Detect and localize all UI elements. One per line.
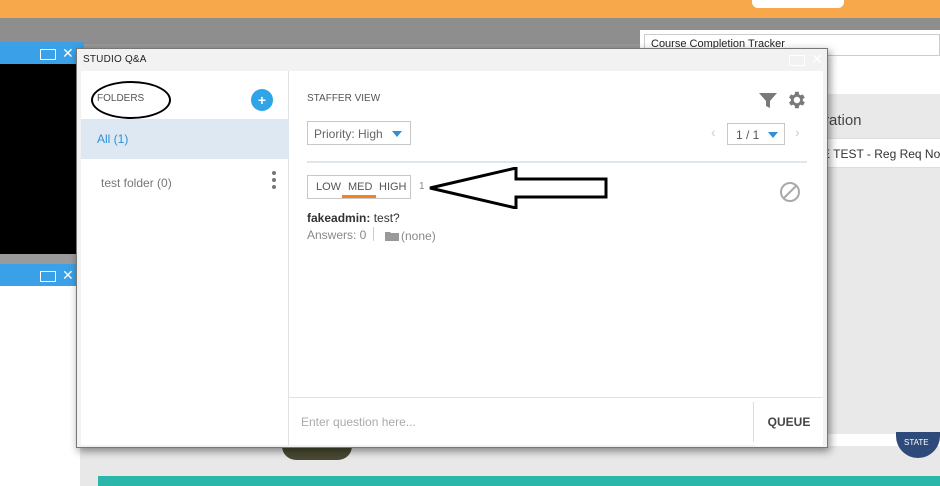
compose-bar: QUEUE [289, 397, 823, 446]
video-pane-titlebar: ✕ [0, 42, 84, 64]
folder-item-all[interactable]: All (1) [81, 119, 289, 159]
dialog-window-controls[interactable]: ✕ [789, 52, 823, 66]
question-text: fakeadmin: test? [307, 211, 400, 225]
next-page-button[interactable]: › [795, 124, 800, 140]
chevron-down-icon [392, 131, 402, 137]
add-folder-button[interactable]: + [251, 89, 273, 111]
separator [373, 227, 374, 241]
banner-button[interactable] [752, 0, 844, 8]
folder-icon[interactable] [385, 231, 399, 241]
background-heading: ration [824, 112, 862, 129]
maximize-icon[interactable] [789, 54, 806, 66]
maximize-icon[interactable] [40, 270, 56, 282]
priority-selected-indicator [342, 195, 376, 198]
pager: ‹ 1 / 1 › [707, 123, 811, 145]
answers-count[interactable]: Answers: 0 [307, 228, 366, 242]
close-icon[interactable]: ✕ [811, 51, 823, 67]
close-icon[interactable]: ✕ [62, 45, 74, 61]
annotation-arrow-icon [429, 167, 608, 209]
separator [753, 402, 754, 442]
folder-item-label: All (1) [97, 132, 129, 146]
window-controls[interactable]: ✕ [40, 46, 74, 60]
studio-qa-dialog: STUDIO Q&A ✕ FOLDERS + All (1) test fold… [76, 48, 828, 448]
question-input[interactable] [301, 410, 749, 434]
divider [307, 161, 807, 163]
prev-page-button[interactable]: ‹ [711, 124, 716, 140]
seal-image [282, 446, 352, 460]
kebab-menu-icon[interactable] [271, 171, 277, 193]
dialog-title: STUDIO Q&A [83, 54, 147, 65]
folder-item-test-folder[interactable]: test folder (0) [81, 167, 289, 197]
teal-bar [98, 476, 940, 486]
priority-select-value: Priority: High [314, 127, 383, 141]
video-pane: ✕ [0, 42, 84, 254]
second-pane-titlebar: ✕ [0, 264, 84, 286]
queue-button[interactable]: QUEUE [755, 398, 823, 446]
top-banner [0, 0, 940, 18]
priority-toggle[interactable]: LOW MED HIGH [307, 175, 411, 199]
question-author: fakeadmin: [307, 211, 371, 225]
block-icon[interactable] [779, 181, 801, 203]
staffer-view-panel: STAFFER VIEW Priority: High ‹ 1 / 1 › LO… [289, 71, 823, 397]
maximize-icon[interactable] [40, 48, 56, 60]
background-row: E TEST - Reg Req No [822, 138, 940, 168]
close-icon[interactable]: ✕ [62, 267, 74, 283]
priority-low-option[interactable]: LOW [316, 181, 341, 193]
folders-header: FOLDERS [97, 93, 145, 104]
filter-icon[interactable] [759, 93, 777, 109]
chevron-down-icon [768, 132, 778, 138]
folders-panel: FOLDERS + All (1) test folder (0) [81, 71, 289, 445]
background-row-text: E TEST - Reg Req No [822, 147, 940, 161]
second-pane: ✕ [0, 264, 84, 486]
page-select[interactable]: 1 / 1 [727, 123, 785, 145]
vote-count: 1 [419, 181, 425, 192]
priority-high-option[interactable]: HIGH [379, 181, 407, 193]
priority-med-option[interactable]: MED [348, 181, 372, 193]
window-controls[interactable]: ✕ [40, 268, 74, 282]
staffer-view-header: STAFFER VIEW [307, 93, 381, 104]
question-folder[interactable]: (none) [401, 229, 436, 243]
gear-icon[interactable] [785, 89, 807, 111]
folder-item-label: test folder (0) [101, 176, 172, 190]
question-body: test? [373, 211, 400, 225]
priority-select[interactable]: Priority: High [307, 121, 411, 145]
seal-text: STATE [904, 438, 929, 447]
page-select-value: 1 / 1 [736, 128, 760, 142]
dialog-titlebar[interactable]: STUDIO Q&A ✕ [77, 49, 827, 71]
